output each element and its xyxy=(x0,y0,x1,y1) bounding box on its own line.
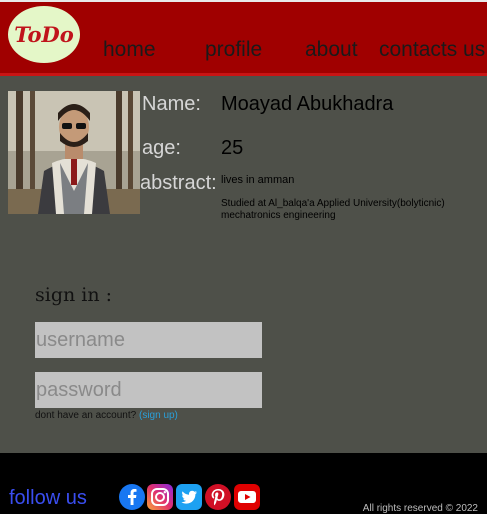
copyright-text: All rights reserved © 2022 xyxy=(362,503,478,514)
facebook-icon[interactable] xyxy=(119,484,145,510)
password-input[interactable] xyxy=(35,372,262,408)
top-navbar: ToDo home profile about contacts us xyxy=(0,0,487,76)
name-label: Name: xyxy=(142,93,201,115)
profile-section: Name: Moayad Abukhadra age: 25 abstract:… xyxy=(0,76,487,453)
signin-title: sign in : xyxy=(35,284,113,306)
name-value: Moayad Abukhadra xyxy=(221,93,394,115)
youtube-icon[interactable] xyxy=(234,484,260,510)
pinterest-icon[interactable] xyxy=(205,484,231,510)
nav-home-link[interactable]: home xyxy=(103,38,156,62)
footer: follow us All rights reserved © 2022 xyxy=(0,453,487,514)
signup-link[interactable]: (sign up) xyxy=(139,410,178,421)
logo-text: ToDo xyxy=(14,22,74,47)
todo-logo[interactable]: ToDo xyxy=(8,6,80,63)
no-account-text: dont have an account? xyxy=(35,410,137,421)
signup-prompt: dont have an account? (sign up) xyxy=(35,410,178,421)
abstract-study: Studied at Al_balqa'a Applied University… xyxy=(221,198,445,221)
follow-us-label: follow us xyxy=(9,487,87,509)
age-value: 25 xyxy=(221,137,244,159)
nav-profile-link[interactable]: profile xyxy=(205,38,262,62)
abstract-location: lives in amman xyxy=(221,174,295,186)
age-label: age: xyxy=(142,137,181,159)
profile-photo xyxy=(8,91,140,214)
instagram-icon[interactable] xyxy=(147,484,173,510)
nav-about-link[interactable]: about xyxy=(305,38,358,62)
twitter-icon[interactable] xyxy=(176,484,202,510)
nav-contact-link[interactable]: contacts us xyxy=(379,38,485,62)
abstract-label: abstract: xyxy=(140,172,217,194)
username-input[interactable] xyxy=(35,322,262,358)
